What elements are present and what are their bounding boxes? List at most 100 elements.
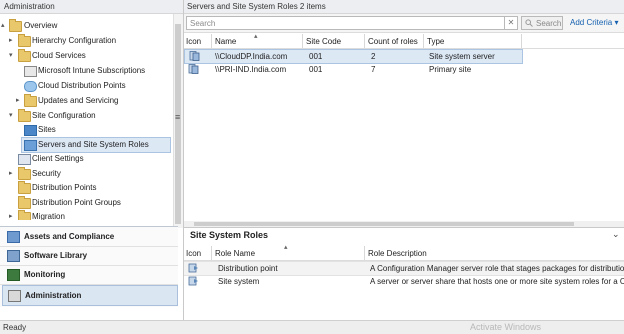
navigation-pane: Administration ▴ Overview ▸ Hierarchy Co… — [0, 0, 184, 320]
count-of-roles: 7 — [371, 65, 376, 74]
roles-table-header: Icon Role Name ▴ Role Description — [184, 244, 624, 261]
tree-item-distribution-points[interactable]: Distribution Points — [0, 181, 173, 195]
tree-item-servers-site-system-roles[interactable]: Servers and Site System Roles — [21, 137, 171, 153]
tree-item-client-settings[interactable]: Client Settings — [0, 152, 173, 166]
column-divider[interactable] — [211, 34, 212, 48]
list-view-header: Servers and Site System Roles 2 items — [184, 0, 624, 14]
role-icon — [188, 263, 198, 273]
status-text: Ready — [3, 323, 27, 332]
tree-item-label: Distribution Point Groups — [32, 198, 121, 207]
tree-item-label: Updates and Servicing — [38, 96, 119, 105]
column-header-role-description[interactable]: Role Description — [368, 249, 427, 258]
role-description: A Configuration Manager server role that… — [370, 264, 624, 273]
collapse-icon[interactable]: ▴ — [1, 22, 7, 30]
column-divider[interactable] — [302, 34, 303, 48]
collapse-details-icon[interactable]: ⌄ — [612, 229, 620, 240]
column-divider[interactable] — [364, 246, 365, 260]
workspace-switcher: Assets and Compliance Software Library M… — [0, 226, 178, 307]
role-icon — [188, 276, 198, 286]
site-code: 001 — [309, 65, 323, 74]
server-name: \\PRI-IND.India.com — [215, 65, 287, 74]
server-icon — [188, 64, 199, 74]
tree-item-security[interactable]: ▸ Security — [0, 167, 173, 181]
scrollbar-thumb[interactable] — [175, 24, 181, 224]
expand-icon[interactable]: ▸ — [9, 170, 15, 178]
column-header-icon[interactable]: Icon — [186, 37, 201, 46]
tree-item-label: Cloud Services — [32, 51, 86, 60]
column-header-site-code[interactable]: Site Code — [306, 37, 341, 46]
monitoring-icon — [7, 269, 20, 281]
tree-item-label: Cloud Distribution Points — [38, 81, 126, 90]
workspace-software-library[interactable]: Software Library — [0, 246, 178, 266]
search-button-label: Search — [536, 19, 562, 28]
tree-item-label: Migration — [32, 212, 65, 220]
workspace-label: Assets and Compliance — [24, 232, 115, 241]
column-header-type[interactable]: Type — [427, 37, 444, 46]
folder-icon — [18, 181, 31, 194]
navigation-pane-title: Administration — [0, 0, 183, 14]
subscription-icon — [24, 66, 37, 77]
client-settings-icon — [18, 154, 31, 165]
tree-item-overview[interactable]: ▴ Overview — [0, 19, 173, 33]
tree-item-cloud-distribution-points[interactable]: Cloud Distribution Points — [0, 79, 173, 93]
tree-item-intune-subscriptions[interactable]: Microsoft Intune Subscriptions — [0, 64, 173, 78]
folder-icon — [18, 49, 31, 62]
column-divider[interactable] — [211, 246, 212, 260]
scrollbar-thumb[interactable] — [194, 222, 574, 226]
workspace-monitoring[interactable]: Monitoring — [0, 265, 178, 285]
folder-icon — [24, 94, 37, 107]
activation-watermark: Activate Windows — [470, 322, 542, 332]
workspace-assets-compliance[interactable]: Assets and Compliance — [0, 227, 178, 247]
table-row[interactable]: Distribution point A Configuration Manag… — [184, 261, 624, 276]
folder-icon — [18, 34, 31, 47]
tree-item-cloud-services[interactable]: ▾ Cloud Services — [0, 49, 173, 63]
tree-item-label: Site Configuration — [32, 111, 96, 120]
tree-item-label: Servers and Site System Roles — [38, 140, 149, 149]
expand-icon[interactable]: ▸ — [9, 37, 15, 45]
table-row[interactable]: \\PRI-IND.India.com 001 7 Primary site — [184, 63, 521, 76]
server-type: Site system server — [429, 52, 495, 61]
administration-icon — [8, 290, 21, 302]
tree-item-label: Overview — [24, 21, 58, 30]
server-icon — [24, 140, 37, 151]
folder-icon — [18, 210, 31, 220]
details-pane-title: Site System Roles — [190, 230, 269, 240]
collapse-icon[interactable]: ▾ — [9, 52, 15, 60]
search-icon — [525, 19, 533, 27]
column-header-name[interactable]: Name — [215, 37, 236, 46]
tree-item-migration[interactable]: ▸ Migration — [0, 210, 173, 220]
table-row[interactable]: \\CloudDP.India.com 001 2 Site system se… — [184, 49, 523, 64]
column-header-role-name[interactable]: Role Name — [215, 249, 255, 258]
column-header-count-of-roles[interactable]: Count of roles — [368, 37, 418, 46]
splitter-grip-icon[interactable]: ≡ — [175, 112, 180, 122]
add-criteria-link[interactable]: Add Criteria ▾ — [570, 18, 618, 27]
collapse-icon[interactable]: ▾ — [9, 112, 15, 120]
sort-ascending-icon: ▴ — [284, 244, 288, 251]
clear-search-icon[interactable]: ✕ — [504, 16, 518, 30]
search-input[interactable] — [186, 16, 506, 30]
server-icon — [189, 51, 200, 61]
folder-icon — [9, 19, 22, 32]
column-divider[interactable] — [521, 34, 522, 48]
tree-item-sites[interactable]: Sites — [0, 123, 173, 137]
tree-item-label: Distribution Points — [32, 183, 97, 192]
software-library-icon — [7, 250, 20, 262]
tree-item-label: Client Settings — [32, 154, 84, 163]
site-code: 001 — [309, 52, 323, 61]
search-button[interactable]: Search — [521, 16, 563, 30]
tree-item-hierarchy-configuration[interactable]: ▸ Hierarchy Configuration — [0, 34, 173, 48]
tree-item-site-configuration[interactable]: ▾ Site Configuration — [0, 109, 173, 123]
cloud-icon — [24, 81, 37, 92]
expand-icon[interactable]: ▸ — [9, 213, 15, 220]
column-divider[interactable] — [364, 34, 365, 48]
column-header-icon[interactable]: Icon — [186, 249, 201, 258]
role-name: Distribution point — [218, 264, 278, 273]
table-row[interactable]: Site system A server or server share tha… — [184, 275, 624, 288]
server-name: \\CloudDP.India.com — [215, 52, 288, 61]
column-divider[interactable] — [423, 34, 424, 48]
expand-icon[interactable]: ▸ — [16, 97, 22, 105]
tree-item-updates-servicing[interactable]: ▸ Updates and Servicing — [0, 94, 173, 108]
role-name: Site system — [218, 277, 260, 286]
tree-item-distribution-point-groups[interactable]: Distribution Point Groups — [0, 196, 173, 210]
workspace-administration[interactable]: Administration — [2, 285, 178, 306]
